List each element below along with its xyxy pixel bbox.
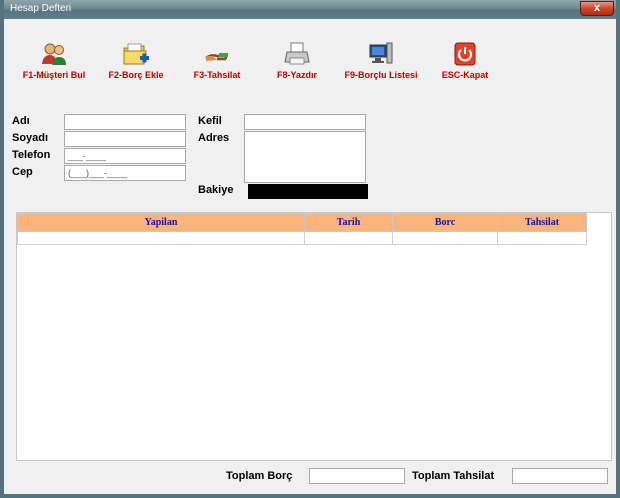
- column-header-yapilan[interactable]: Yapilan: [17, 213, 305, 232]
- toplam-borc-field: [309, 468, 405, 484]
- tahsilat-label: F3-Tahsilat: [193, 70, 241, 80]
- musteri-bul-label: F1-Müşteri Bul: [22, 70, 86, 80]
- transactions-grid[interactable]: Yapilan Tarih Borc Tahsilat: [16, 212, 612, 461]
- borc-ekle-label: F2-Borç Ekle: [108, 70, 164, 80]
- cep-input[interactable]: (___)___-____: [64, 165, 186, 181]
- title-bar[interactable]: Hesap Defteri x: [4, 0, 616, 19]
- soyadi-label: Soyadı: [12, 132, 49, 144]
- borc-ekle-button[interactable]: F2-Borç Ekle: [98, 40, 174, 80]
- table-cell[interactable]: [304, 231, 393, 245]
- main-window: Hesap Defteri x F1-Müşteri Bul F2-Borç E…: [0, 0, 620, 498]
- printer-icon: [284, 42, 310, 65]
- kefil-input[interactable]: [244, 114, 366, 130]
- adi-label: Adı: [12, 115, 30, 127]
- users-icon: [42, 43, 66, 65]
- column-header-borc[interactable]: Borc: [392, 213, 498, 232]
- adres-textarea[interactable]: [244, 131, 366, 183]
- power-icon: [454, 42, 476, 66]
- adres-label: Adres: [198, 132, 230, 144]
- toplam-tahsilat-field: [512, 468, 608, 484]
- table-cell[interactable]: [392, 231, 498, 245]
- musteri-bul-button[interactable]: F1-Müşteri Bul: [14, 40, 94, 80]
- column-header-tahsilat[interactable]: Tahsilat: [497, 213, 587, 232]
- yazdir-label: F8-Yazdır: [276, 70, 317, 80]
- telefon-label: Telefon: [12, 149, 51, 161]
- hand-money-icon: [205, 53, 228, 61]
- cep-label: Cep: [12, 166, 33, 178]
- borclu-listesi-button[interactable]: F9-Borçlu Listesi: [338, 40, 424, 80]
- window-title: Hesap Defteri: [10, 3, 72, 14]
- kapat-label: ESC-Kapat: [441, 70, 489, 80]
- table-cell[interactable]: [17, 231, 305, 245]
- toplam-borc-label: Toplam Borç: [226, 470, 293, 482]
- adi-input[interactable]: [64, 114, 186, 130]
- yazdir-button[interactable]: F8-Yazdır: [262, 40, 332, 80]
- bakiye-label: Bakiye: [198, 184, 234, 196]
- kapat-button[interactable]: ESC-Kapat: [434, 40, 496, 80]
- table-row[interactable]: [17, 231, 587, 245]
- soyadi-input[interactable]: [64, 131, 186, 147]
- table-cell[interactable]: [497, 231, 587, 245]
- transactions-table: Yapilan Tarih Borc Tahsilat: [17, 213, 587, 245]
- toplam-tahsilat-label: Toplam Tahsilat: [412, 470, 495, 482]
- close-window-button[interactable]: x: [580, 1, 614, 16]
- telefon-input[interactable]: ___-____: [64, 148, 186, 164]
- table-header-row: Yapilan Tarih Borc Tahsilat: [17, 213, 587, 232]
- kefil-label: Kefil: [198, 115, 222, 127]
- folder-add-icon: [123, 43, 149, 65]
- tahsilat-button[interactable]: F3-Tahsilat: [182, 40, 252, 80]
- bakiye-value-box: [248, 184, 368, 199]
- column-header-tarih[interactable]: Tarih: [304, 213, 393, 232]
- computer-list-icon: [369, 42, 393, 64]
- borclu-listesi-label: F9-Borçlu Listesi: [344, 70, 418, 80]
